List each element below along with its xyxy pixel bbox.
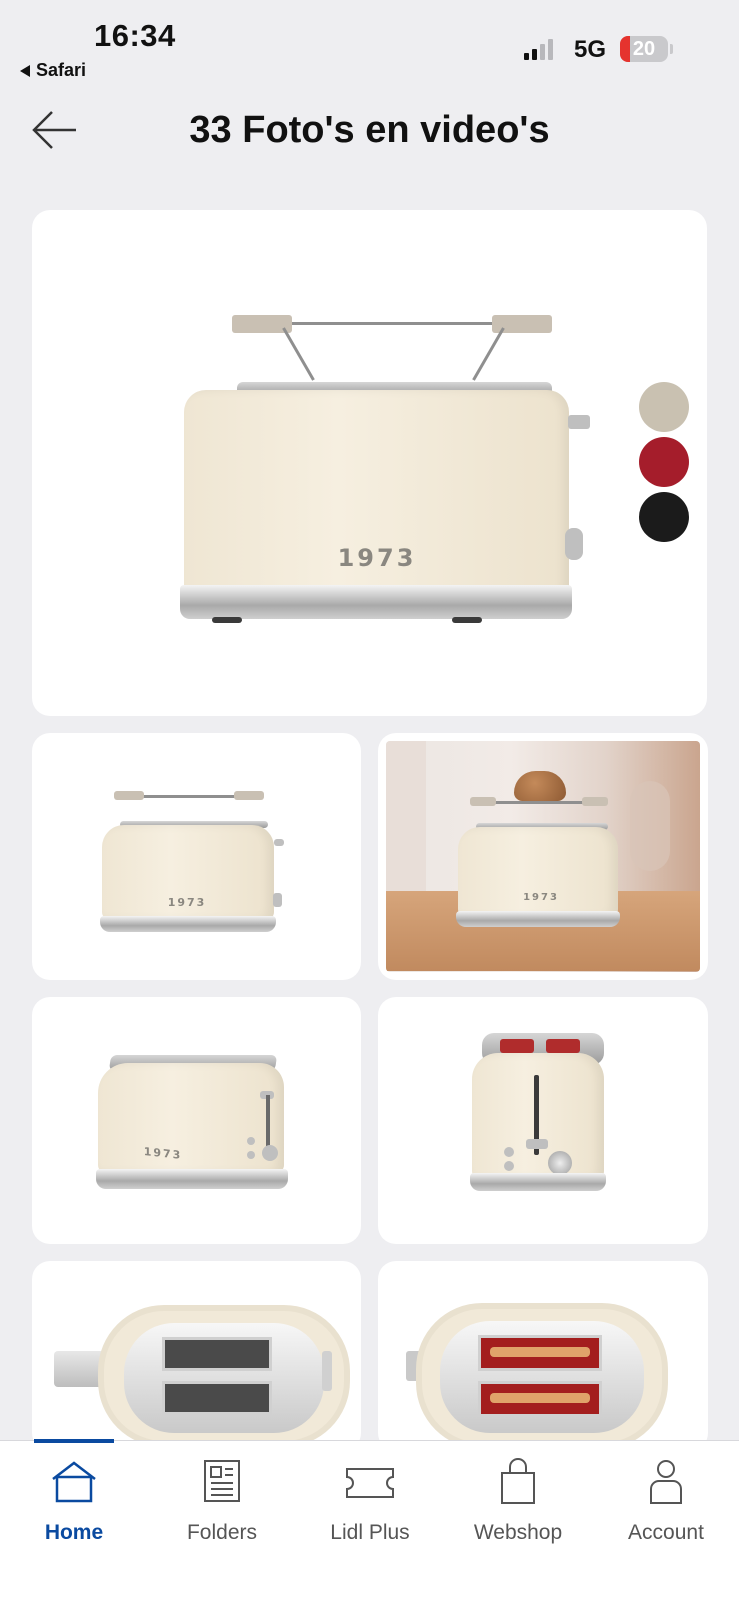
thumbnail-card[interactable]: [32, 1261, 361, 1451]
bottom-navigation: Home Folders Lidl Plus Webshop Account: [0, 1439, 739, 1600]
toaster-photo-kitchen: 1973: [386, 741, 700, 972]
network-type: 5G: [574, 36, 607, 63]
toaster-photo-top-view-heating: [378, 1261, 708, 1451]
toaster-photo-front: 1973: [32, 733, 361, 980]
nav-label-account: Account: [628, 1521, 704, 1544]
thumbnail-card[interactable]: 1973: [32, 997, 361, 1244]
battery-tip: [670, 44, 673, 54]
back-app-label: Safari: [36, 60, 87, 80]
thumbnail-card[interactable]: [378, 1261, 708, 1451]
color-swatch-beige[interactable]: [639, 382, 689, 432]
toaster-photo-top-view: [32, 1261, 361, 1451]
color-swatch-black[interactable]: [639, 492, 689, 542]
ticket-icon: [346, 1468, 394, 1498]
brand-label: 1973: [523, 892, 559, 903]
nav-item-lidl-plus[interactable]: Lidl Plus: [296, 1441, 444, 1561]
thumbnail-card-selected[interactable]: 1973: [378, 733, 708, 980]
nav-label-lidl-plus: Lidl Plus: [330, 1521, 410, 1544]
nav-item-webshop[interactable]: Webshop: [444, 1441, 592, 1561]
status-time: 16:34: [94, 18, 176, 53]
battery-level: 20: [632, 37, 656, 60]
back-triangle-icon: [20, 64, 30, 77]
status-bar: 16:34 Safari 5G 20: [0, 0, 739, 90]
newspaper-icon: [204, 1460, 240, 1502]
main-photo-card[interactable]: 1973: [32, 210, 707, 716]
nav-item-folders[interactable]: Folders: [148, 1441, 296, 1561]
nav-label-webshop: Webshop: [473, 1521, 563, 1544]
brand-label: 1973: [337, 544, 417, 572]
nav-label-home: Home: [44, 1521, 104, 1544]
back-to-safari-link[interactable]: Safari: [20, 60, 86, 81]
page-header: 33 Foto's en video's: [0, 95, 739, 175]
nav-label-folders: Folders: [186, 1521, 258, 1544]
toaster-photo-side: [378, 997, 708, 1244]
home-icon: [52, 1461, 96, 1503]
thumbnail-card[interactable]: 1973: [32, 733, 361, 980]
page-title: 33 Foto's en video's: [189, 109, 550, 151]
nav-item-account[interactable]: Account: [592, 1441, 739, 1561]
brand-label: 1973: [167, 896, 207, 909]
cellular-signal-icon: [524, 38, 553, 60]
battery-icon: 20: [620, 36, 668, 62]
toaster-photo-main: 1973: [32, 210, 707, 716]
user-icon: [650, 1460, 682, 1504]
shopping-bag-icon: [501, 1458, 535, 1504]
toaster-photo-angle: 1973: [32, 997, 361, 1244]
nav-item-home[interactable]: Home: [0, 1441, 148, 1561]
color-swatch-red[interactable]: [639, 437, 689, 487]
thumbnail-card[interactable]: [378, 997, 708, 1244]
